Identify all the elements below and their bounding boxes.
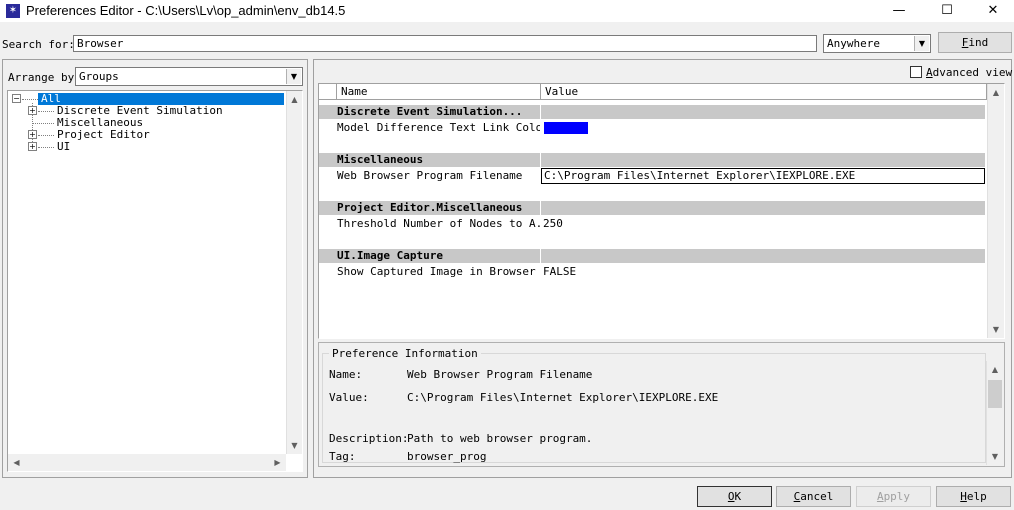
- scroll-left-icon[interactable]: ◀: [8, 454, 25, 471]
- preference-value-editor[interactable]: C:\Program Files\Internet Explorer\IEXPL…: [541, 168, 985, 184]
- apply-mnemonic: A: [876, 490, 884, 503]
- scroll-up-icon[interactable]: ▲: [287, 91, 302, 108]
- tree-vertical-scrollbar[interactable]: ▲ ▼: [286, 91, 302, 454]
- tree-item-label: UI: [57, 140, 71, 153]
- grid-row[interactable]: Show Captured Image in Browser FALSE: [319, 264, 985, 280]
- apply-button[interactable]: Apply: [856, 486, 931, 507]
- preference-info-panel: Preference Information Name: Web Browser…: [318, 342, 1005, 467]
- collapse-icon[interactable]: −: [12, 94, 21, 103]
- group-name: UI.Image Capture: [319, 249, 540, 263]
- apply-label: pply: [883, 490, 911, 503]
- find-label: ind: [968, 36, 989, 49]
- grid-body: Discrete Event Simulation... Model Diffe…: [319, 100, 987, 338]
- group-name: Miscellaneous: [319, 153, 540, 167]
- column-header-value[interactable]: Value: [541, 84, 987, 100]
- search-input[interactable]: [73, 35, 817, 52]
- grid-row[interactable]: Threshold Number of Nodes to A... 250: [319, 216, 985, 232]
- scroll-up-icon[interactable]: ▲: [987, 361, 1003, 378]
- tree-item-discrete-event-simulation[interactable]: + Discrete Event Simulation: [8, 105, 286, 117]
- help-mnemonic: H: [960, 490, 967, 503]
- chevron-down-icon: ▼: [914, 36, 929, 51]
- info-tag-label: Tag:: [329, 450, 356, 463]
- search-label: Search for:: [2, 38, 75, 51]
- group-value: [541, 105, 985, 119]
- help-label: elp: [966, 490, 987, 503]
- info-title: Preference Information: [329, 347, 481, 360]
- cancel-button[interactable]: Cancel: [776, 486, 851, 507]
- grid-group-row[interactable]: Discrete Event Simulation...: [319, 104, 985, 120]
- scroll-right-icon[interactable]: ▶: [269, 454, 286, 471]
- expand-icon[interactable]: +: [28, 130, 37, 139]
- grid-row[interactable]: Model Difference Text Link Color: [319, 120, 985, 136]
- advanced-view-checkbox[interactable]: [910, 66, 922, 78]
- group-name: Project Editor.Miscellaneous: [319, 201, 540, 215]
- info-tag-value: browser_prog: [407, 450, 487, 463]
- info-value-label: Value:: [329, 391, 369, 404]
- grid-group-row[interactable]: Miscellaneous: [319, 152, 985, 168]
- arrange-label: Arrange by: [8, 71, 75, 84]
- info-name-value: Web Browser Program Filename: [407, 368, 593, 381]
- preference-value[interactable]: FALSE: [541, 264, 985, 280]
- group-value: [541, 153, 985, 167]
- help-button[interactable]: Help: [936, 486, 1011, 507]
- info-description-value: Path to web browser program.: [407, 432, 593, 445]
- preference-value[interactable]: [541, 120, 985, 136]
- arrange-dropdown[interactable]: Groups ▼: [75, 67, 303, 86]
- color-swatch[interactable]: [544, 122, 588, 134]
- grid-row-selected[interactable]: Web Browser Program Filename C:\Program …: [319, 168, 985, 184]
- scroll-down-icon[interactable]: ▼: [287, 437, 302, 454]
- grid-corner: [319, 84, 337, 100]
- info-vertical-scrollbar[interactable]: ▲ ▼: [986, 361, 1003, 465]
- grid-group-row[interactable]: UI.Image Capture: [319, 248, 985, 264]
- arrange-value: Groups: [79, 70, 119, 83]
- scroll-down-icon[interactable]: ▼: [987, 448, 1003, 465]
- find-button[interactable]: Find: [938, 32, 1012, 53]
- star-icon: ✶: [6, 4, 20, 18]
- advanced-view-mnemonic: A: [926, 66, 933, 79]
- group-value: [541, 201, 985, 215]
- ok-mnemonic: O: [727, 490, 735, 503]
- info-value-value: C:\Program Files\Internet Explorer\IEXPL…: [407, 391, 719, 404]
- ok-label: K: [734, 490, 742, 503]
- preference-name: Threshold Number of Nodes to A...: [337, 217, 540, 230]
- minimize-button[interactable]: —: [876, 0, 922, 22]
- chevron-down-icon: ▼: [286, 69, 301, 84]
- window-title: Preferences Editor - C:\Users\Lv\op_admi…: [26, 3, 346, 18]
- advanced-view-text: dvanced view: [932, 66, 1013, 79]
- preferences-grid: Name Value Discrete Event Simulation... …: [318, 83, 1005, 339]
- tree-item-project-editor[interactable]: + Project Editor: [8, 129, 286, 141]
- scroll-thumb[interactable]: [988, 380, 1002, 408]
- preference-value[interactable]: 250: [541, 216, 985, 232]
- tree-horizontal-scrollbar[interactable]: ◀ ▶: [8, 454, 286, 471]
- close-button[interactable]: ✕: [970, 0, 1014, 22]
- cancel-label: ancel: [800, 490, 834, 503]
- grid-group-row[interactable]: Project Editor.Miscellaneous: [319, 200, 985, 216]
- group-tree: − All + Discrete Event Simulation Miscel…: [7, 90, 303, 472]
- ok-button[interactable]: OK: [697, 486, 772, 507]
- info-description-label: Description:: [329, 432, 409, 445]
- scroll-up-icon[interactable]: ▲: [988, 84, 1004, 101]
- scroll-down-icon[interactable]: ▼: [988, 321, 1004, 338]
- expand-icon[interactable]: +: [28, 142, 37, 151]
- group-value: [541, 249, 985, 263]
- advanced-view-label[interactable]: Advanced view: [926, 66, 1012, 79]
- group-name: Discrete Event Simulation...: [319, 105, 540, 119]
- maximize-button[interactable]: ☐: [924, 0, 970, 22]
- preference-name: Web Browser Program Filename: [337, 169, 523, 182]
- grid-vertical-scrollbar[interactable]: ▲ ▼: [987, 84, 1004, 338]
- tree-item-ui[interactable]: + UI: [8, 141, 286, 153]
- scope-value: Anywhere: [827, 37, 880, 50]
- preference-name: Model Difference Text Link Color: [337, 121, 540, 134]
- expand-icon[interactable]: +: [28, 106, 37, 115]
- preference-name: Show Captured Image in Browser: [337, 265, 536, 278]
- column-header-name[interactable]: Name: [337, 84, 541, 100]
- info-name-label: Name:: [329, 368, 363, 381]
- scope-dropdown[interactable]: Anywhere ▼: [823, 34, 931, 53]
- tree-item-label: Project Editor: [57, 128, 150, 141]
